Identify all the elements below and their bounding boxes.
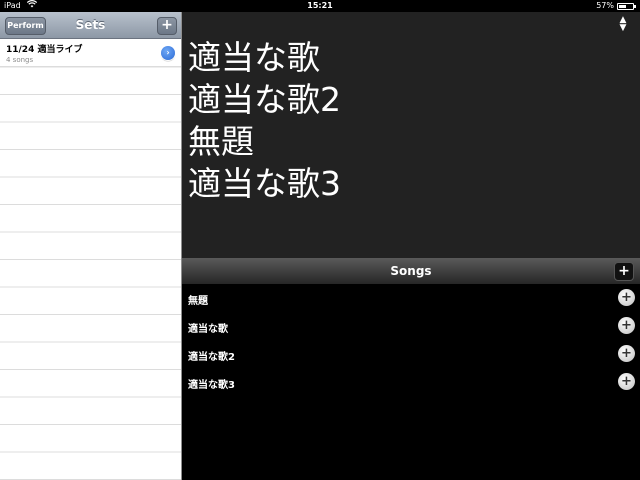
sets-list: 11/24 適当ライブ 4 songs ›: [0, 40, 181, 480]
songs-header: Songs +: [182, 258, 640, 285]
song-row[interactable]: 適当な歌 +: [182, 313, 640, 341]
lyric-line: 適当な歌2: [188, 80, 341, 119]
status-time: 15:21: [307, 1, 333, 10]
set-row[interactable]: 11/24 適当ライブ 4 songs ›: [0, 40, 181, 67]
lyric-line: 適当な歌: [188, 38, 320, 77]
plus-icon[interactable]: +: [618, 345, 635, 362]
song-row[interactable]: 無題 +: [182, 285, 640, 313]
add-set-button[interactable]: +: [157, 17, 177, 35]
chevron-right-icon[interactable]: ›: [161, 46, 175, 60]
songs-list: 無題 + 適当な歌 + 適当な歌2 + 適当な歌3 +: [182, 285, 640, 480]
sets-nav-bar: Sets Perform +: [0, 12, 181, 39]
set-subtitle: 4 songs: [6, 56, 34, 64]
song-label: 適当な歌3: [188, 380, 235, 391]
song-label: 適当な歌2: [188, 352, 235, 363]
song-label: 無題: [188, 296, 208, 307]
plus-icon[interactable]: +: [618, 317, 635, 334]
battery-icon: [617, 3, 636, 10]
song-label: 適当な歌: [188, 324, 228, 335]
lyrics-display: ▲ ▼ 適当な歌 適当な歌2 無題 適当な歌3: [182, 12, 640, 258]
song-row[interactable]: 適当な歌3 +: [182, 369, 640, 397]
sets-panel: Sets Perform + 11/24 適当ライブ 4 songs ›: [0, 12, 182, 480]
lyric-line: 無題: [188, 122, 254, 161]
songs-title: Songs: [390, 264, 432, 278]
perform-button[interactable]: Perform: [5, 17, 46, 35]
battery-percentage: 57%: [596, 1, 614, 10]
add-song-button[interactable]: +: [614, 262, 634, 281]
set-title: 11/24 適当ライブ: [6, 45, 83, 55]
status-bar: iPad 15:21 57%: [0, 0, 640, 12]
plus-icon[interactable]: +: [618, 289, 635, 306]
song-row[interactable]: 適当な歌2 +: [182, 341, 640, 369]
lyric-line: 適当な歌3: [188, 164, 341, 203]
sort-icon[interactable]: ▲ ▼: [618, 16, 628, 33]
plus-icon[interactable]: +: [618, 373, 635, 390]
